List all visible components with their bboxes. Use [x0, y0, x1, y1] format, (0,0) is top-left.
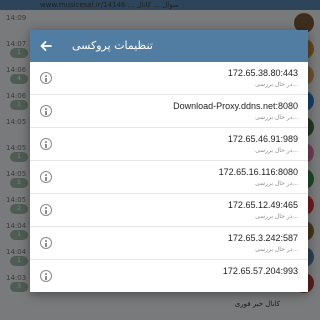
proxy-item[interactable]: 172.65.3.242:587 در حال بررسی... [30, 227, 308, 260]
proxy-item[interactable]: Download-Proxy.ddns.net:8080 در حال بررس… [30, 95, 308, 128]
proxy-status: در حال بررسی... [255, 246, 298, 253]
info-circle-icon[interactable] [40, 72, 52, 84]
dialog-header: تنظیمات پروکسی [30, 30, 308, 62]
info-circle-icon[interactable] [40, 237, 52, 249]
info-circle-icon[interactable] [40, 138, 52, 150]
proxy-address: 172.65.16.116:8080 [218, 167, 298, 177]
proxy-item[interactable]: 172.65.57.204:993 [30, 260, 308, 292]
proxy-item[interactable]: 172.65.38.80:443 در حال بررسی... [30, 62, 308, 95]
proxy-settings-dialog: تنظیمات پروکسی 172.65.38.80:443 در حال ب… [30, 30, 308, 292]
proxy-status: در حال بررسی... [255, 81, 298, 88]
proxy-status: در حال بررسی... [255, 180, 298, 187]
proxy-item[interactable]: 172.65.16.116:8080 در حال بررسی... [30, 161, 308, 194]
info-circle-icon[interactable] [40, 105, 52, 117]
proxy-status: در حال بررسی... [255, 114, 298, 121]
proxy-address: 172.65.57.204:993 [222, 266, 298, 276]
proxy-item[interactable]: 172.65.46.91:989 در حال بررسی... [30, 128, 308, 161]
arrow-left-icon[interactable] [38, 38, 54, 54]
info-circle-icon[interactable] [40, 270, 52, 282]
info-circle-icon[interactable] [40, 204, 52, 216]
proxy-address: Download-Proxy.ddns.net:8080 [173, 101, 298, 111]
proxy-address: 172.65.38.80:443 [227, 68, 298, 78]
proxy-address: 172.65.46.91:989 [227, 134, 298, 144]
info-circle-icon[interactable] [40, 171, 52, 183]
proxy-item[interactable]: 172.65.12.49:465 در حال بررسی... [30, 194, 308, 227]
proxy-status: در حال بررسی... [255, 147, 298, 154]
proxy-address: 172.65.12.49:465 [227, 200, 298, 210]
proxy-address: 172.65.3.242:587 [227, 233, 298, 243]
dialog-title: تنظیمات پروکسی [72, 39, 153, 52]
proxy-status: در حال بررسی... [255, 213, 298, 220]
proxy-list: 172.65.38.80:443 در حال بررسی... Downloa… [30, 62, 308, 292]
